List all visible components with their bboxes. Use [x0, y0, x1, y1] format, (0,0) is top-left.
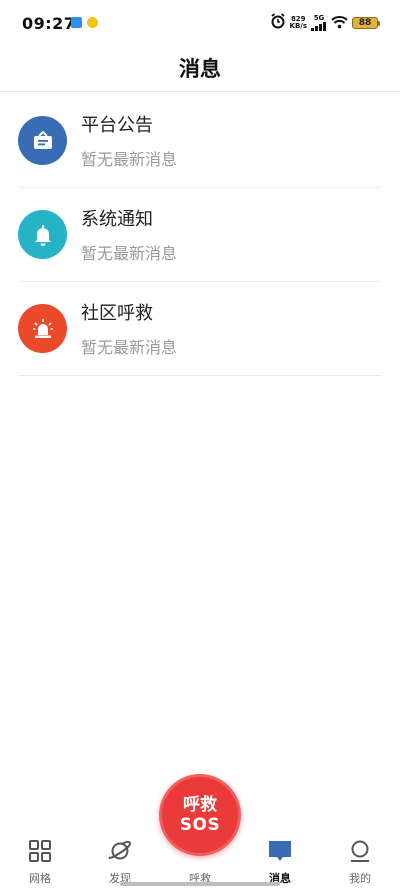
message-subtitle: 暂无最新消息	[81, 150, 178, 169]
page-title: 消息	[179, 56, 221, 81]
message-title: 社区呼救	[81, 303, 153, 324]
tab-messages[interactable]: 消息	[250, 838, 310, 886]
message-item-platform-announcement[interactable]: 平台公告 暂无最新消息	[18, 94, 382, 188]
app-notification-icon	[71, 17, 82, 28]
sos-label: 呼救	[183, 794, 217, 815]
message-item-community-sos[interactable]: 社区呼救 暂无最新消息	[18, 282, 382, 376]
message-item-system-notification[interactable]: 系统通知 暂无最新消息	[18, 188, 382, 282]
tab-label: 我的	[349, 872, 371, 885]
net-speed: 829 KB/s	[289, 15, 307, 30]
tab-discover[interactable]: 发现	[90, 838, 150, 886]
user-icon	[347, 838, 373, 864]
status-time: 09:27	[22, 14, 76, 33]
battery-icon: 88	[352, 17, 380, 29]
status-indicators: 829 KB/s 5G 88	[270, 13, 380, 33]
tab-grid[interactable]: 网格	[10, 838, 70, 886]
page-header: 消息	[0, 44, 400, 92]
message-subtitle: 暂无最新消息	[81, 244, 178, 263]
message-icon	[267, 838, 293, 864]
signal-icon: 5G	[311, 15, 327, 31]
sos-button[interactable]: 呼救 SOS	[159, 774, 241, 856]
alarm-icon	[270, 13, 286, 33]
wifi-icon	[331, 14, 348, 33]
status-bar: 09:27 829 KB/s 5G 88	[0, 0, 400, 44]
tab-label: 网格	[29, 872, 51, 885]
tab-profile[interactable]: 我的	[330, 838, 390, 886]
message-subtitle: 暂无最新消息	[81, 338, 178, 357]
message-title: 平台公告	[81, 115, 153, 136]
announcement-icon	[18, 116, 67, 165]
home-indicator[interactable]	[120, 882, 280, 886]
bell-icon	[18, 210, 67, 259]
sos-label-en: SOS	[179, 814, 221, 835]
grid-icon	[27, 838, 53, 864]
message-title: 系统通知	[81, 209, 153, 230]
app-notification-icon	[87, 17, 98, 28]
message-list: 平台公告 暂无最新消息 系统通知 暂无最新消息 社区呼救 暂无最新消息	[18, 94, 382, 376]
planet-icon	[107, 838, 133, 864]
alarm-light-icon	[18, 304, 67, 353]
